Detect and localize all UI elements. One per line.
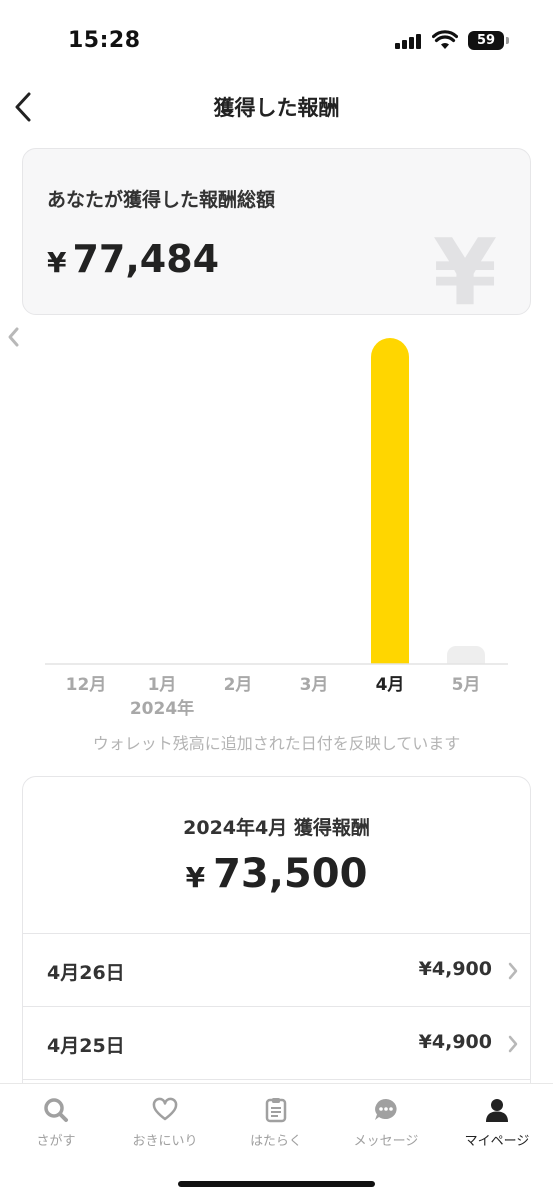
- bar-chart: 12月 1月 2月 3月 4月 5月 2024年: [45, 338, 508, 719]
- tab-work[interactable]: はたらく: [221, 1096, 331, 1156]
- month-summary-amount: ¥73,500: [23, 851, 530, 897]
- monthly-reward-chart: 12月 1月 2月 3月 4月 5月 2024年 ウォレット残高に追加された日付を反映してい…: [0, 320, 553, 760]
- nav-header: 獲得した報酬: [0, 80, 553, 134]
- clipboard-icon: [265, 1098, 287, 1123]
- signal-icon: [395, 33, 425, 49]
- x-tick-label: 5月: [452, 675, 481, 695]
- x-tick-label: 4月: [376, 675, 405, 695]
- tab-label: はたらく: [250, 1134, 302, 1149]
- x-tick-label: 12月: [66, 675, 107, 695]
- search-icon: [44, 1098, 68, 1122]
- reward-row-amount: ¥4,900: [418, 958, 492, 980]
- tab-label: メッセージ: [353, 1134, 419, 1149]
- home-indicator: [178, 1181, 375, 1187]
- status-bar: 15:28 59: [0, 0, 553, 80]
- reward-row-date: 4月26日: [47, 962, 125, 984]
- tab-label: さがす: [36, 1134, 76, 1149]
- tab-label: マイページ: [464, 1134, 530, 1149]
- month-amount-value: 73,500: [213, 851, 368, 897]
- total-amount-value: 77,484: [72, 237, 220, 281]
- reward-row[interactable]: 4月25日 ¥4,900: [23, 1006, 530, 1079]
- page-title: 獲得した報酬: [213, 96, 340, 120]
- chart-bar[interactable]: [371, 338, 409, 664]
- tab-favorites[interactable]: おきにいり: [110, 1096, 220, 1156]
- reward-row[interactable]: 4月26日 ¥4,900: [23, 933, 530, 1006]
- yen-watermark-icon: ¥: [433, 219, 498, 315]
- x-tick-label: 3月: [300, 675, 329, 695]
- chart-note: ウォレット残高に追加された日付を反映しています: [92, 734, 461, 753]
- tab-label: おきにいり: [132, 1134, 198, 1149]
- tab-messages[interactable]: メッセージ: [331, 1096, 441, 1156]
- tab-mypage[interactable]: マイページ: [442, 1096, 552, 1156]
- chart-bar[interactable]: [447, 646, 485, 664]
- person-icon: [486, 1099, 508, 1122]
- chevron-right-icon: [508, 962, 518, 980]
- reward-row-amount: ¥4,900: [418, 1031, 492, 1053]
- x-tick-label: 1月: [148, 675, 177, 695]
- chat-bubble-icon: [375, 1099, 397, 1120]
- month-summary-title: 2024年4月 獲得報酬: [183, 817, 370, 839]
- year-label: 2024年: [130, 698, 194, 719]
- heart-icon: [152, 1097, 178, 1121]
- status-time: 15:28: [68, 28, 141, 53]
- total-reward-amount: ¥77,484: [47, 237, 219, 281]
- total-reward-label: あなたが獲得した報酬総額: [47, 189, 276, 211]
- tab-search[interactable]: さがす: [1, 1096, 111, 1156]
- total-reward-card: あなたが獲得した報酬総額 ¥77,484 ¥: [22, 148, 531, 315]
- x-tick-label: 2月: [224, 675, 253, 695]
- chevron-left-icon[interactable]: [0, 320, 26, 354]
- chevron-right-icon: [508, 1035, 518, 1053]
- battery-cap: [506, 37, 509, 44]
- currency-symbol: ¥: [185, 861, 206, 894]
- reward-row-date: 4月25日: [47, 1035, 125, 1057]
- battery-icon: 59: [468, 31, 504, 50]
- currency-symbol: ¥: [47, 246, 67, 279]
- wifi-icon: [432, 30, 458, 49]
